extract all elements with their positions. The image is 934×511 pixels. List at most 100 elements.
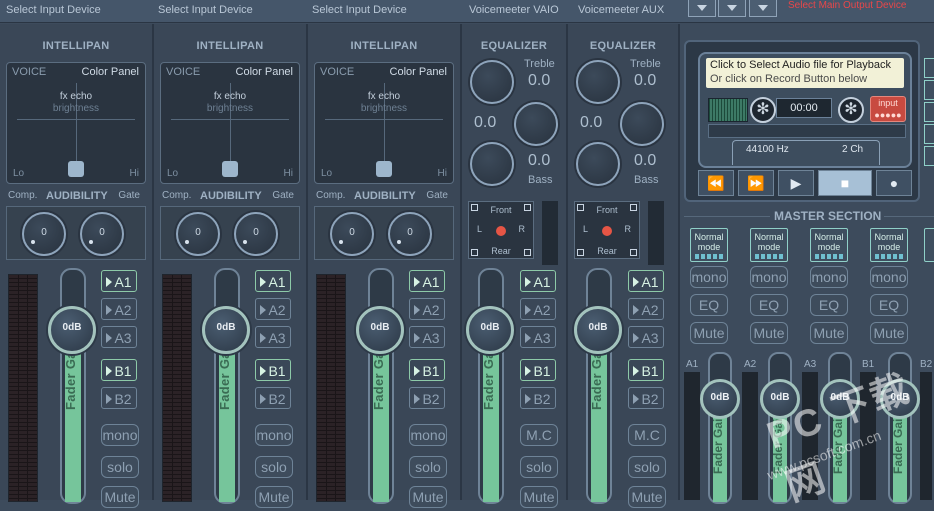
- output-a3-dropdown[interactable]: [749, 0, 777, 17]
- bus-b1-button[interactable]: B1: [255, 359, 291, 381]
- bus-a2-button[interactable]: A2: [628, 298, 664, 320]
- bus-b1-mono-button[interactable]: mono: [870, 266, 908, 288]
- playback-message[interactable]: Click to Select Audio file for Playback …: [706, 58, 904, 88]
- bus-a2-button[interactable]: A2: [409, 298, 445, 320]
- bus-b1-eq-button[interactable]: EQ: [870, 294, 908, 316]
- mute-button[interactable]: Mute: [409, 486, 447, 508]
- bus-a1-fader-track[interactable]: Fader Gain: [708, 352, 732, 504]
- mute-button[interactable]: Mute: [255, 486, 293, 508]
- bus-a1-button[interactable]: A1: [409, 270, 445, 292]
- treble-knob[interactable]: [470, 60, 514, 104]
- fader-gain-track[interactable]: Fader Gain: [368, 268, 394, 504]
- play-button[interactable]: ▶: [778, 170, 814, 196]
- side-mode-button[interactable]: [924, 58, 934, 78]
- side-mode-button[interactable]: [924, 80, 934, 100]
- bass-knob[interactable]: [470, 142, 514, 186]
- side-mode-button[interactable]: [924, 124, 934, 144]
- bus-b1-button[interactable]: B1: [101, 359, 137, 381]
- output-a2-dropdown[interactable]: [718, 0, 746, 17]
- input-device-select-3[interactable]: Select Input Device: [312, 4, 407, 16]
- mute-button[interactable]: Mute: [628, 486, 666, 508]
- fader-gain-knob[interactable]: 0dB: [574, 306, 622, 354]
- pan-handle[interactable]: [68, 161, 84, 177]
- mid-knob[interactable]: [620, 102, 664, 146]
- bus-a1-eq-button[interactable]: EQ: [690, 294, 728, 316]
- bus-a3-button[interactable]: A3: [520, 326, 556, 348]
- bus-b1-button[interactable]: B1: [520, 359, 556, 381]
- bus-a1-button[interactable]: A1: [101, 270, 137, 292]
- bus-b2-button[interactable]: B2: [520, 387, 556, 409]
- gate-knob[interactable]: 0: [80, 212, 124, 256]
- mid-knob[interactable]: [514, 102, 558, 146]
- fader-gain-knob[interactable]: 0dB: [202, 306, 250, 354]
- solo-button[interactable]: solo: [520, 456, 558, 478]
- bus-a1-mode-button[interactable]: Normal mode: [690, 228, 728, 262]
- bus-b1-button[interactable]: B1: [628, 359, 664, 381]
- solo-button[interactable]: solo: [409, 456, 447, 478]
- intellipan-panel[interactable]: VOICE Color Panel fx echo brightness Lo …: [314, 62, 454, 184]
- intellipan-panel[interactable]: VOICE Color Panel fx echo brightness Lo …: [6, 62, 146, 184]
- color-panel-label[interactable]: Color Panel: [236, 66, 293, 78]
- fader-gain-track[interactable]: Fader Gain: [586, 268, 612, 504]
- gate-knob[interactable]: 0: [234, 212, 278, 256]
- side-mode-button[interactable]: [924, 102, 934, 122]
- mc-button[interactable]: M.C: [628, 424, 666, 446]
- solo-button[interactable]: solo: [101, 456, 139, 478]
- bus-a3-mute-button[interactable]: Mute: [810, 322, 848, 344]
- pan-handle[interactable]: [222, 161, 238, 177]
- mono-button[interactable]: mono: [409, 424, 447, 446]
- rewind-button[interactable]: ⏪: [698, 170, 734, 196]
- fader-gain-track[interactable]: Fader Gain: [214, 268, 240, 504]
- bus-a2-button[interactable]: A2: [101, 298, 137, 320]
- mc-button[interactable]: M.C: [520, 424, 558, 446]
- bus-b1-button[interactable]: B1: [409, 359, 445, 381]
- color-panel-label[interactable]: Color Panel: [82, 66, 139, 78]
- bus-a2-mute-button[interactable]: Mute: [750, 322, 788, 344]
- mute-button[interactable]: Mute: [101, 486, 139, 508]
- fader-gain-knob[interactable]: 0dB: [356, 306, 404, 354]
- bus-a1-button[interactable]: A1: [628, 270, 664, 292]
- pan-handle[interactable]: [376, 161, 392, 177]
- input-device-select-1[interactable]: Select Input Device: [6, 4, 101, 16]
- bus-a3-button[interactable]: A3: [101, 326, 137, 348]
- position-panel[interactable]: Front L R Rear: [574, 201, 640, 259]
- position-dot[interactable]: [496, 226, 506, 236]
- output-a1-dropdown[interactable]: [688, 0, 716, 17]
- bus-a3-button[interactable]: A3: [409, 326, 445, 348]
- position-panel[interactable]: Front L R Rear: [468, 201, 534, 259]
- mute-button[interactable]: Mute: [520, 486, 558, 508]
- solo-button[interactable]: solo: [255, 456, 293, 478]
- fast-forward-button[interactable]: ⏩: [738, 170, 774, 196]
- bus-a2-button[interactable]: A2: [255, 298, 291, 320]
- bus-a3-button[interactable]: A3: [255, 326, 291, 348]
- bus-a1-mute-button[interactable]: Mute: [690, 322, 728, 344]
- gate-knob[interactable]: 0: [388, 212, 432, 256]
- bass-knob[interactable]: [576, 142, 620, 186]
- stop-button[interactable]: ■: [818, 170, 872, 196]
- solo-button[interactable]: solo: [628, 456, 666, 478]
- position-dot[interactable]: [602, 226, 612, 236]
- treble-knob[interactable]: [576, 60, 620, 104]
- fader-gain-knob[interactable]: 0dB: [48, 306, 96, 354]
- mono-button[interactable]: mono: [255, 424, 293, 446]
- bus-b2-button[interactable]: B2: [409, 387, 445, 409]
- bus-a2-mono-button[interactable]: mono: [750, 266, 788, 288]
- bus-a3-mono-button[interactable]: mono: [810, 266, 848, 288]
- bus-a2-mode-button[interactable]: Normal mode: [750, 228, 788, 262]
- bus-a1-button[interactable]: A1: [520, 270, 556, 292]
- record-button[interactable]: ●: [876, 170, 912, 196]
- bus-a1-button[interactable]: A1: [255, 270, 291, 292]
- color-panel-label[interactable]: Color Panel: [390, 66, 447, 78]
- bus-a2-button[interactable]: A2: [520, 298, 556, 320]
- bus-b2-button[interactable]: B2: [101, 387, 137, 409]
- bus-a1-mono-button[interactable]: mono: [690, 266, 728, 288]
- fader-gain-track[interactable]: Fader Gain: [60, 268, 86, 504]
- main-output-device-select[interactable]: Select Main Output Device: [788, 0, 906, 11]
- bus-b1-mode-button[interactable]: Normal mode: [870, 228, 908, 262]
- bus-b1-mute-button[interactable]: Mute: [870, 322, 908, 344]
- bus-a3-mode-button[interactable]: Normal mode: [810, 228, 848, 262]
- input-button[interactable]: input ●●●●●: [870, 96, 906, 122]
- bus-a3-button[interactable]: A3: [628, 326, 664, 348]
- comp-knob[interactable]: 0: [176, 212, 220, 256]
- side-mode-button[interactable]: [924, 146, 934, 166]
